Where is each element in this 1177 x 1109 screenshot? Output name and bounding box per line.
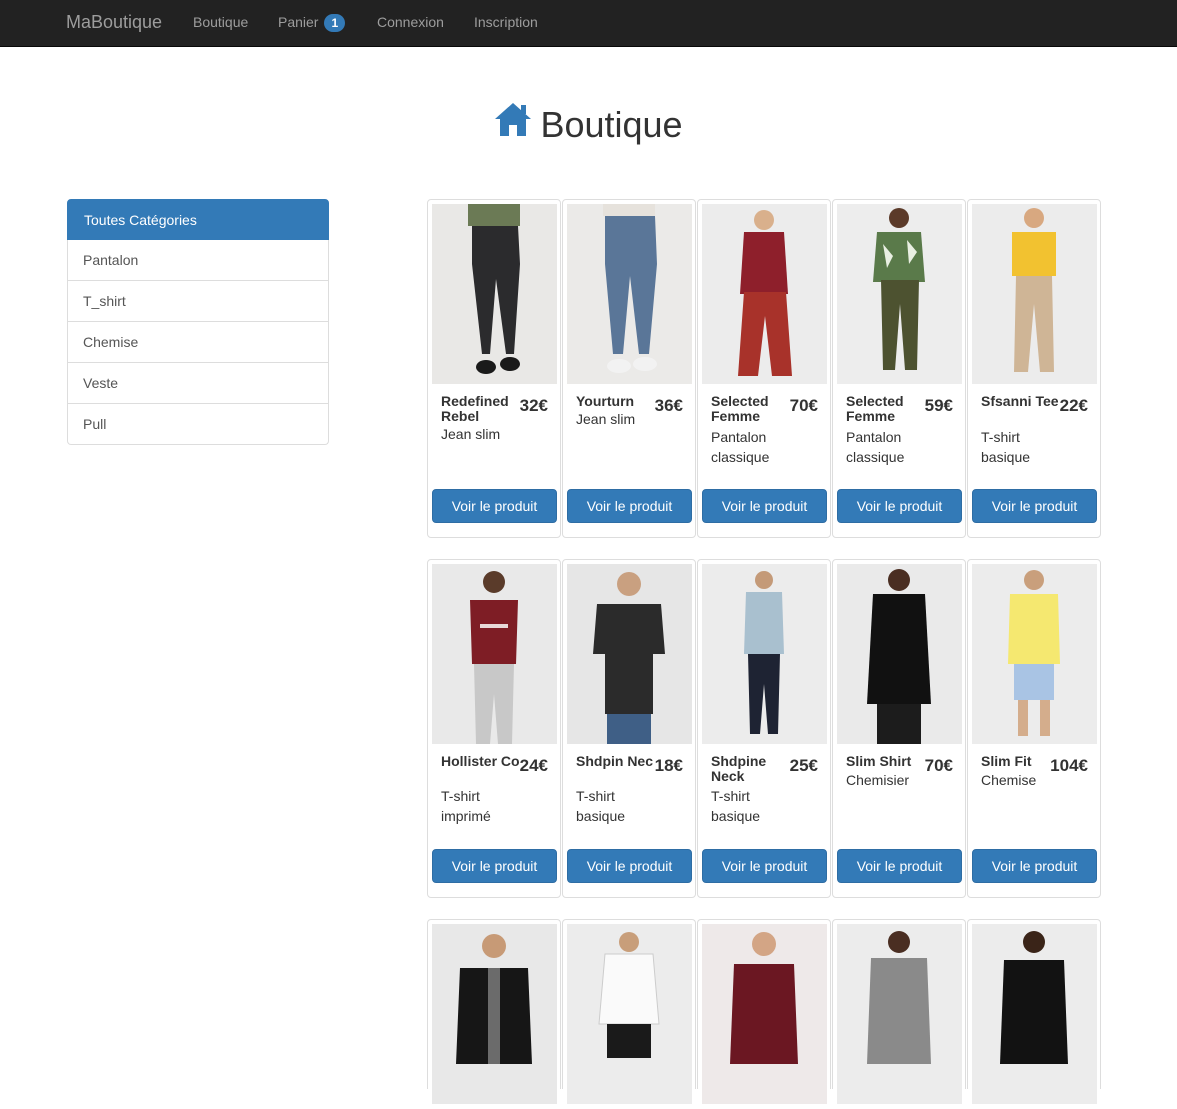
product-category: Jean slim: [576, 411, 636, 427]
product-image[interactable]: [432, 204, 557, 384]
product-card: [832, 919, 966, 1104]
category-sidebar: Toutes Catégories Pantalon T_shirt Chemi…: [67, 199, 329, 445]
brand-link[interactable]: MaBoutique: [66, 12, 162, 33]
product-card: Hollister Co 24€ T-shirt imprimé Voir le…: [427, 559, 561, 898]
product-name: Sfsanni Tee: [981, 393, 1059, 409]
product-image[interactable]: [432, 564, 557, 744]
product-category: Pantalon classique: [846, 429, 905, 465]
product-name: Hollister Co: [441, 753, 520, 769]
product-card: [562, 919, 696, 1104]
product-category: Chemise: [981, 772, 1037, 788]
product-row: Hollister Co 24€ T-shirt imprimé Voir le…: [427, 559, 1102, 899]
product-name: Selected Femme: [711, 393, 769, 424]
product-image[interactable]: [837, 924, 962, 1104]
product-category: T-shirt basique: [576, 788, 626, 824]
product-name: Shdpin Nec: [576, 753, 654, 769]
view-product-button[interactable]: Voir le produit: [567, 489, 692, 523]
product-image[interactable]: [837, 564, 962, 744]
view-product-button[interactable]: Voir le produit: [702, 849, 827, 883]
product-row: [427, 919, 1102, 1104]
product-image[interactable]: [432, 924, 557, 1104]
sidebar-item-pull[interactable]: Pull: [67, 404, 329, 445]
product-card: Yourturn 36€ Jean slim Voir le produit: [562, 199, 696, 538]
product-card: Selected Femme 59€ Pantalon classique Vo…: [832, 199, 966, 538]
product-price: 36€: [654, 396, 683, 415]
product-price: 24€: [519, 756, 548, 775]
product-card: [427, 919, 561, 1104]
product-card: [697, 919, 831, 1104]
product-category: Pantalon classique: [711, 429, 770, 465]
sidebar-item-all-categories[interactable]: Toutes Catégories: [67, 199, 329, 240]
product-image[interactable]: [972, 924, 1097, 1104]
nav-link-panier[interactable]: Panier 1: [278, 14, 346, 32]
product-image[interactable]: [567, 564, 692, 744]
home-icon: [494, 101, 532, 146]
product-category: T-shirt basique: [981, 429, 1031, 465]
view-product-button[interactable]: Voir le produit: [837, 849, 962, 883]
product-price: 25€: [789, 756, 818, 775]
nav-link-panier-label: Panier: [278, 14, 319, 30]
view-product-button[interactable]: Voir le produit: [702, 489, 827, 523]
product-card: Shdpin Nec 18€ T-shirt basique Voir le p…: [562, 559, 696, 898]
product-card: Shdpine Neck 25€ T-shirt basique Voir le…: [697, 559, 831, 898]
navbar: MaBoutique Boutique Panier 1 Connexion In…: [0, 0, 1177, 47]
product-price: 18€: [654, 756, 683, 775]
product-image[interactable]: [702, 924, 827, 1104]
product-name: Shdpine Neck: [711, 753, 767, 784]
view-product-button[interactable]: Voir le produit: [567, 849, 692, 883]
product-card: Selected Femme 70€ Pantalon classique Vo…: [697, 199, 831, 538]
product-category: T-shirt basique: [711, 788, 761, 824]
product-name: Yourturn: [576, 393, 635, 409]
product-row: Redefined Rebel 32€ Jean slim Voir le pr…: [427, 199, 1102, 539]
product-image[interactable]: [567, 204, 692, 384]
product-category: T-shirt imprimé: [441, 788, 491, 824]
sidebar-item-t-shirt[interactable]: T_shirt: [67, 281, 329, 322]
nav-link-connexion[interactable]: Connexion: [377, 14, 444, 30]
view-product-button[interactable]: Voir le produit: [972, 849, 1097, 883]
sidebar-item-pantalon[interactable]: Pantalon: [67, 240, 329, 281]
product-category: Chemisier: [846, 772, 910, 788]
product-card: Slim Fit 104€ Chemise Voir le produit: [967, 559, 1101, 898]
product-image[interactable]: [567, 924, 692, 1104]
product-name: Redefined Rebel: [441, 393, 509, 424]
sidebar-item-chemise[interactable]: Chemise: [67, 322, 329, 363]
product-price: 32€: [519, 396, 548, 415]
page-title: Boutique: [0, 101, 1177, 146]
product-image[interactable]: [702, 204, 827, 384]
product-price: 59€: [924, 396, 953, 415]
view-product-button[interactable]: Voir le produit: [432, 489, 557, 523]
sidebar-item-veste[interactable]: Veste: [67, 363, 329, 404]
product-price: 22€: [1059, 396, 1088, 415]
product-image[interactable]: [702, 564, 827, 744]
view-product-button[interactable]: Voir le produit: [837, 489, 962, 523]
product-card: [967, 919, 1101, 1104]
page-title-text: Boutique: [540, 104, 683, 145]
product-price: 70€: [924, 756, 953, 775]
product-image[interactable]: [837, 204, 962, 384]
product-card: Slim Shirt 70€ Chemisier Voir le produit: [832, 559, 966, 898]
product-name: Slim Shirt: [846, 753, 912, 769]
cart-count-badge: 1: [324, 14, 346, 32]
product-image[interactable]: [972, 564, 1097, 744]
product-card: Redefined Rebel 32€ Jean slim Voir le pr…: [427, 199, 561, 538]
product-image[interactable]: [972, 204, 1097, 384]
product-category: Jean slim: [441, 426, 501, 442]
nav-link-inscription[interactable]: Inscription: [474, 14, 538, 30]
product-price: 70€: [789, 396, 818, 415]
product-card: Sfsanni Tee 22€ T-shirt basique Voir le …: [967, 199, 1101, 538]
nav-link-boutique[interactable]: Boutique: [193, 14, 248, 30]
view-product-button[interactable]: Voir le produit: [432, 849, 557, 883]
product-grid: Redefined Rebel 32€ Jean slim Voir le pr…: [427, 199, 1102, 1109]
product-name: Selected Femme: [846, 393, 904, 424]
view-product-button[interactable]: Voir le produit: [972, 489, 1097, 523]
